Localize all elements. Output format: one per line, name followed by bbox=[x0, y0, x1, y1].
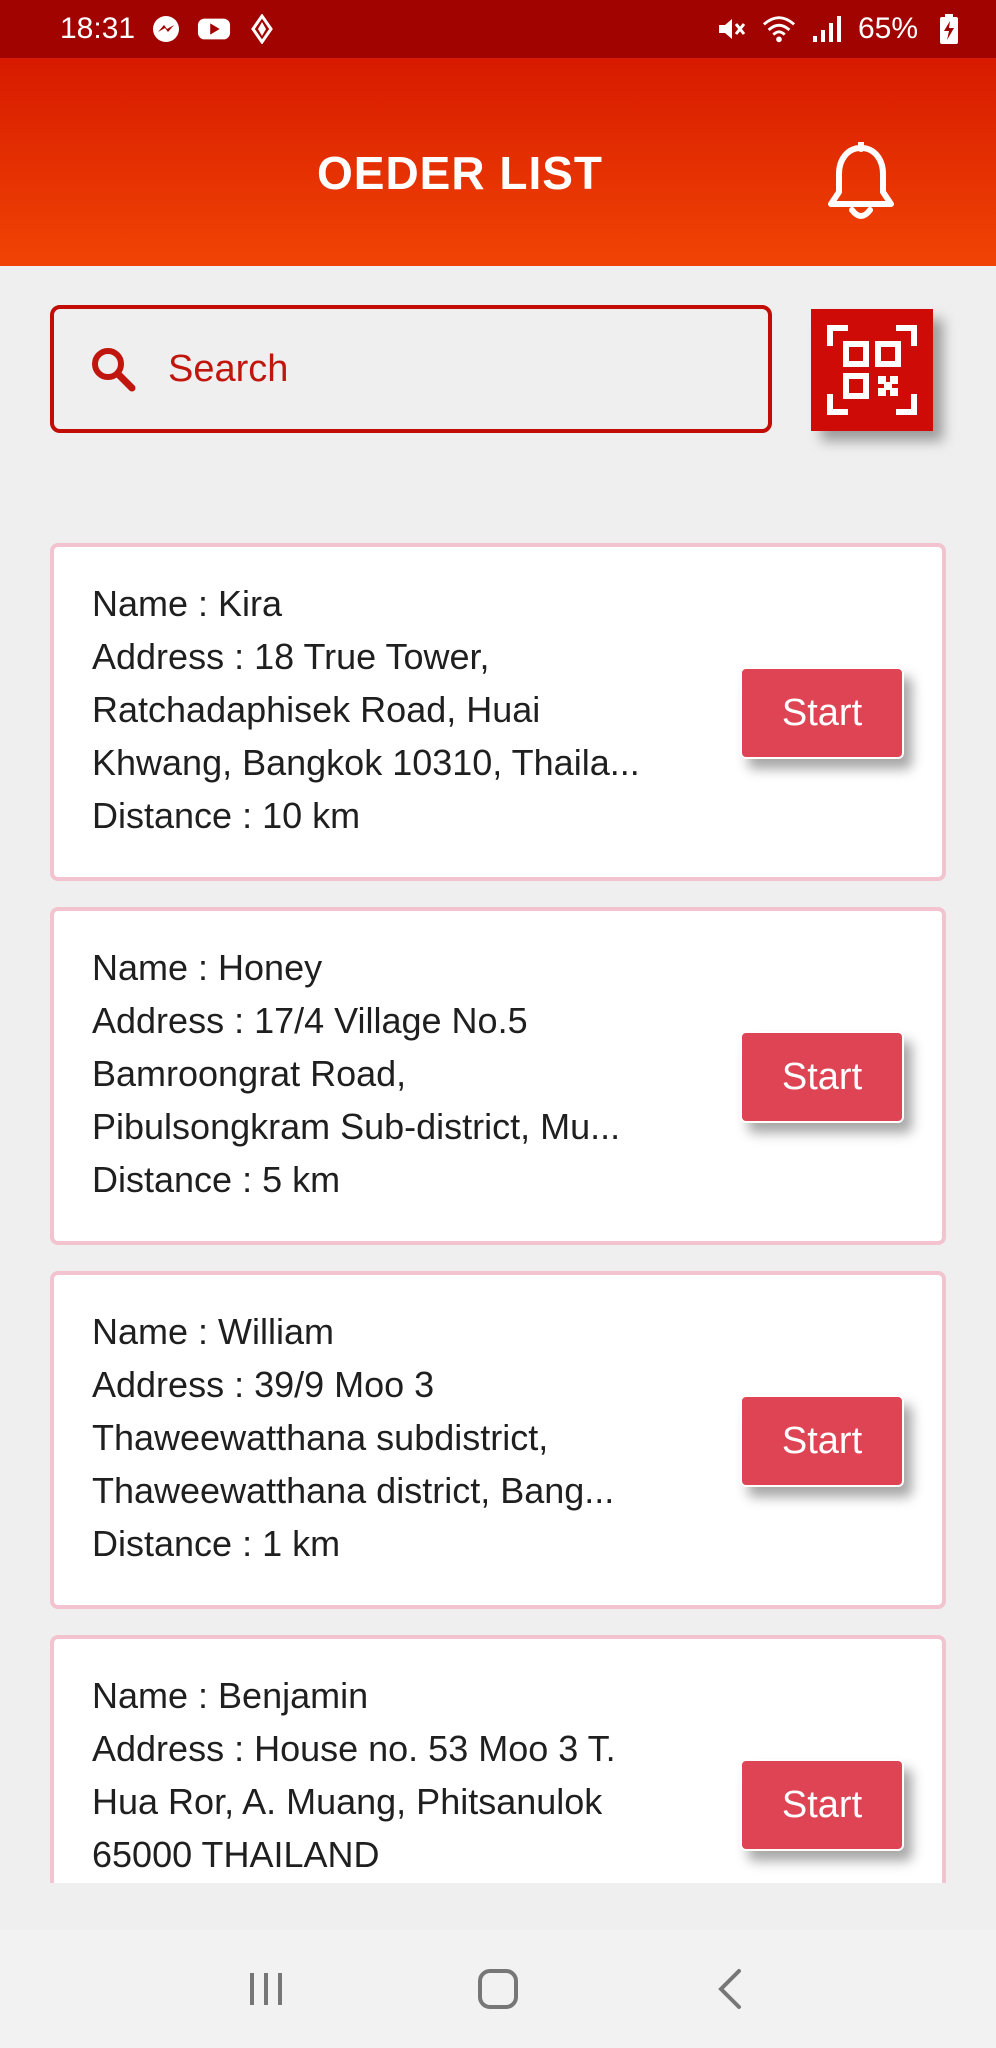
battery-charging-icon bbox=[932, 12, 966, 46]
back-icon bbox=[718, 1969, 741, 2009]
status-bar: 18:31 65% bbox=[0, 0, 996, 58]
notification-button[interactable] bbox=[822, 138, 900, 228]
order-list[interactable]: Name : Kira Address : 18 True Tower, Rat… bbox=[50, 543, 946, 1883]
order-address-line: Khwang, Bangkok 10310, Thaila... bbox=[92, 742, 640, 783]
mute-icon bbox=[714, 12, 748, 46]
youtube-icon bbox=[197, 12, 231, 46]
order-card: Name : Honey Address : 17/4 Village No.5… bbox=[50, 907, 946, 1245]
home-icon bbox=[478, 1969, 518, 2009]
app-header: OEDER LIST bbox=[0, 58, 996, 266]
order-address-line: 65000 THAILAND bbox=[92, 1834, 380, 1875]
order-info: Name : Honey Address : 17/4 Village No.5… bbox=[92, 941, 712, 1206]
order-card: Name : William Address : 39/9 Moo 3 Thaw… bbox=[50, 1271, 946, 1609]
bell-icon bbox=[828, 142, 894, 219]
order-address-line: Thaweewatthana district, Bang... bbox=[92, 1470, 615, 1511]
messenger-icon bbox=[149, 12, 183, 46]
signal-icon bbox=[810, 12, 844, 46]
start-button[interactable]: Start bbox=[740, 667, 904, 759]
order-card: Name : Benjamin Address : House no. 53 M… bbox=[50, 1635, 946, 1883]
order-distance: Distance : 1 km bbox=[92, 1523, 341, 1564]
recent-apps-icon bbox=[250, 1973, 282, 2005]
order-card: Name : Kira Address : 18 True Tower, Rat… bbox=[50, 543, 946, 881]
order-name: Name : William bbox=[92, 1311, 335, 1352]
battery-percent: 65% bbox=[857, 12, 918, 45]
search-box[interactable] bbox=[50, 305, 772, 433]
start-button[interactable]: Start bbox=[740, 1395, 904, 1487]
order-address-line: Hua Ror, A. Muang, Phitsanulok bbox=[92, 1781, 603, 1822]
search-icon bbox=[84, 340, 142, 398]
order-info: Name : William Address : 39/9 Moo 3 Thaw… bbox=[92, 1305, 712, 1570]
back-button[interactable] bbox=[690, 1959, 770, 2019]
order-address-line: Address : 39/9 Moo 3 bbox=[92, 1364, 435, 1405]
qr-scan-button[interactable] bbox=[811, 309, 933, 431]
order-info: Name : Benjamin Address : House no. 53 M… bbox=[92, 1669, 712, 1881]
page-title: OEDER LIST bbox=[316, 147, 604, 199]
order-address-line: Pibulsongkram Sub-district, Mu... bbox=[92, 1106, 621, 1147]
order-name: Name : Benjamin bbox=[92, 1675, 369, 1716]
order-address-line: Bamroongrat Road, bbox=[92, 1053, 407, 1094]
status-left: 18:31 bbox=[60, 12, 279, 46]
order-address-line: Address : House no. 53 Moo 3 T. bbox=[92, 1728, 616, 1769]
order-distance: Distance : 5 km bbox=[92, 1159, 341, 1200]
system-nav-bar bbox=[0, 1930, 996, 2048]
order-name: Name : Kira bbox=[92, 583, 283, 624]
start-button[interactable]: Start bbox=[740, 1031, 904, 1123]
wifi-icon bbox=[762, 12, 796, 46]
recent-apps-button[interactable] bbox=[226, 1959, 306, 2019]
order-address-line: Address : 18 True Tower, bbox=[92, 636, 490, 677]
order-address-line: Ratchadaphisek Road, Huai bbox=[92, 689, 541, 730]
start-button[interactable]: Start bbox=[740, 1759, 904, 1851]
home-button[interactable] bbox=[458, 1959, 538, 2019]
search-input[interactable] bbox=[168, 347, 728, 391]
order-name: Name : Honey bbox=[92, 947, 323, 988]
diamond-icon bbox=[245, 12, 279, 46]
status-right: 65% bbox=[714, 12, 966, 46]
order-distance: Distance : 10 km bbox=[92, 795, 361, 836]
order-address-line: Address : 17/4 Village No.5 bbox=[92, 1000, 528, 1041]
order-info: Name : Kira Address : 18 True Tower, Rat… bbox=[92, 577, 712, 842]
order-address-line: Thaweewatthana subdistrict, bbox=[92, 1417, 549, 1458]
qr-code-icon bbox=[827, 325, 917, 415]
status-time: 18:31 bbox=[60, 12, 136, 45]
